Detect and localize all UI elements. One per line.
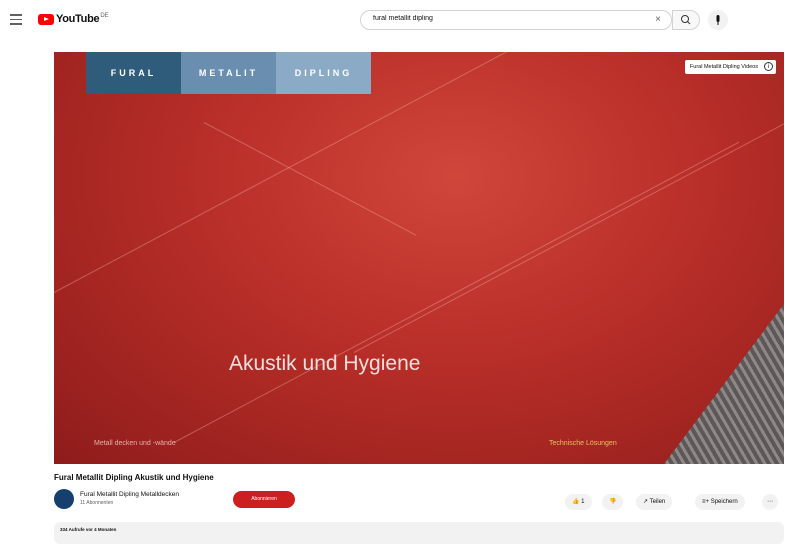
channel-name[interactable]: Fural Metallit Dipling Metalldecken [80, 491, 179, 498]
video-title: Fural Metallit Dipling Akustik und Hygie… [54, 473, 214, 482]
youtube-logo[interactable]: YouTube DE [38, 11, 109, 27]
video-caption-left: Metall decken und -wände [94, 440, 176, 447]
channel-info-chip[interactable]: Fural Metallit Dipling Videos i [684, 60, 776, 74]
description-box[interactable]: 334 Aufrufe vor 4 Monaten [54, 522, 784, 544]
play-logo-icon [38, 13, 54, 25]
share-label: Teilen [649, 499, 666, 505]
panel-seam [353, 107, 784, 353]
mic-icon [716, 15, 720, 25]
thumbs-down-icon: 👎 [609, 499, 617, 505]
save-label: Speichern [710, 499, 738, 505]
subscribe-button[interactable]: Abonnieren [233, 491, 295, 508]
subscriber-count: 11 Abonnenten [80, 500, 114, 506]
dislike-button[interactable]: 👎 [602, 494, 624, 510]
video-player[interactable]: FURAL METALIT DIPLING Fural Metallit Dip… [54, 52, 784, 464]
top-bar: YouTube DE × [0, 0, 785, 40]
brand-segment: METALIT [181, 52, 276, 94]
search-button[interactable] [672, 10, 700, 30]
like-count: 1 [581, 499, 585, 505]
panel-seam [173, 141, 740, 443]
save-button[interactable]: ≡+ Speichern [695, 494, 745, 510]
share-button[interactable]: ↗ Teilen [636, 494, 673, 510]
thumbs-up-icon: 👍 [572, 499, 580, 505]
channel-chip-label: Fural Metallit Dipling Videos [689, 64, 758, 70]
metal-grid-image [664, 304, 784, 464]
brand-strip: FURAL METALIT DIPLING [86, 52, 371, 94]
save-icon: ≡+ [702, 499, 710, 505]
info-icon[interactable]: i [764, 62, 773, 71]
channel-avatar[interactable] [54, 489, 74, 509]
video-caption-right: Technische Lösungen [549, 440, 617, 447]
voice-search-button[interactable] [708, 10, 728, 30]
like-button[interactable]: 👍 1 [565, 494, 592, 510]
menu-icon[interactable] [10, 14, 22, 25]
panel-seam [203, 122, 417, 236]
search-box: × [360, 10, 672, 30]
search-icon [681, 15, 691, 25]
share-icon: ↗ [643, 499, 649, 505]
clear-icon[interactable]: × [655, 14, 661, 25]
brand-segment: DIPLING [276, 52, 371, 94]
view-count-date: 334 Aufrufe vor 4 Monaten [60, 527, 117, 532]
more-icon: ⋯ [767, 499, 773, 505]
video-overlay-title: Akustik und Hygiene [229, 352, 421, 375]
logo-country: DE [100, 13, 109, 19]
more-actions-button[interactable]: ⋯ [762, 494, 778, 510]
search-input[interactable] [371, 14, 645, 23]
logo-text: YouTube [56, 13, 100, 25]
brand-segment: FURAL [86, 52, 181, 94]
